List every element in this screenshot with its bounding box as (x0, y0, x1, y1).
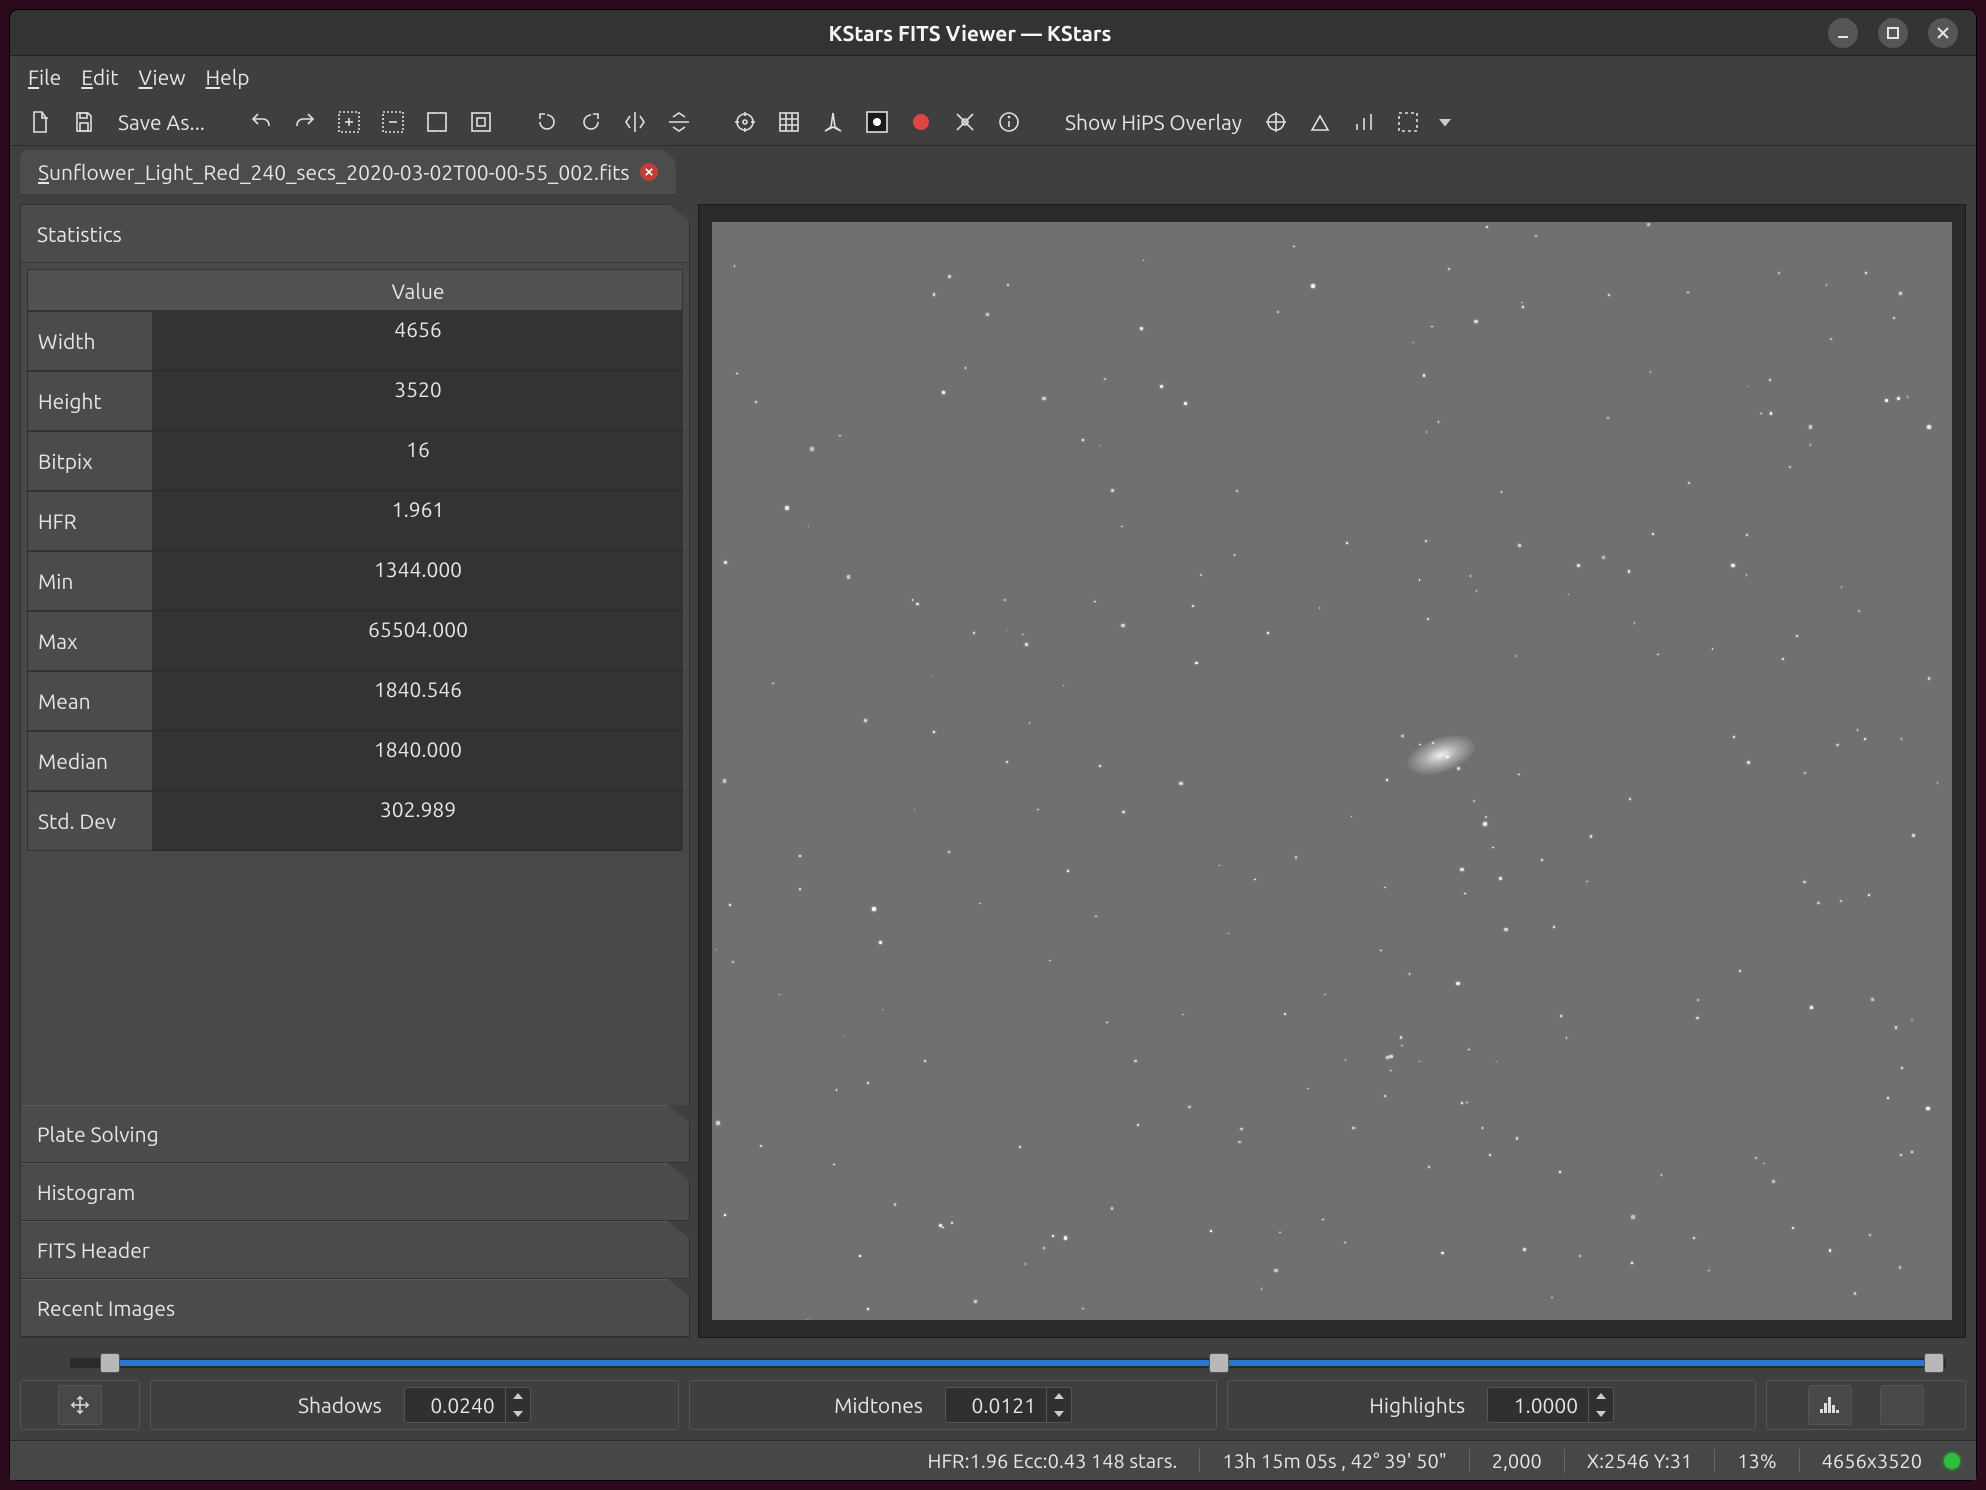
galaxy-icon (1403, 728, 1480, 782)
menu-help[interactable]: Help (206, 65, 250, 89)
table-header: Value (27, 269, 683, 311)
levels-icon-button[interactable] (1348, 106, 1380, 138)
table-row: Bitpix16 (27, 431, 683, 491)
table-row: Height3520 (27, 371, 683, 431)
accordion-label: FITS Header (37, 1238, 150, 1262)
spin-up-icon[interactable] (1047, 1387, 1071, 1405)
tab-close-button[interactable] (640, 163, 658, 181)
app-window: KStars FITS Viewer — KStars File Edit Vi… (10, 10, 1976, 1480)
save-as-button[interactable]: Save As... (112, 110, 211, 134)
status-hfr: HFR:1.96 Ecc:0.43 148 stars. (928, 1449, 1178, 1472)
col-value: Value (154, 270, 682, 310)
accordion-label: Recent Images (37, 1296, 175, 1320)
rotate-cw-button[interactable] (575, 106, 607, 138)
side-panel: Statistics Value Width4656 Height3520 Bi… (20, 204, 690, 1338)
record-button[interactable] (905, 106, 937, 138)
image-view[interactable] (698, 204, 1966, 1338)
spin-down-icon[interactable] (1047, 1405, 1071, 1423)
spin-up-icon[interactable] (1589, 1387, 1613, 1405)
highlights-label: Highlights (1369, 1393, 1465, 1417)
star-profile-button[interactable] (861, 106, 893, 138)
accordion-plate-solving[interactable]: Plate Solving (21, 1105, 689, 1163)
status-dims: 4656x3520 (1822, 1449, 1922, 1472)
accordion-label: Statistics (37, 222, 122, 246)
selection-icon-button[interactable] (1392, 106, 1424, 138)
menu-view[interactable]: View (139, 65, 186, 89)
window-title: KStars FITS Viewer — KStars (130, 21, 1810, 45)
close-button[interactable] (1928, 18, 1958, 48)
rotate-ccw-button[interactable] (531, 106, 563, 138)
spin-down-icon[interactable] (1589, 1405, 1613, 1423)
flip-vertical-button[interactable] (663, 106, 695, 138)
spin-down-icon[interactable] (506, 1405, 530, 1423)
target-icon-button[interactable] (1260, 106, 1292, 138)
flip-horizontal-button[interactable] (619, 106, 651, 138)
titlebar: KStars FITS Viewer — KStars (10, 10, 1976, 56)
toolbar-dropdown-button[interactable] (1436, 106, 1454, 138)
accordion-statistics[interactable]: Statistics (21, 205, 689, 263)
midtones-thumb[interactable] (1209, 1353, 1229, 1373)
move-tool-button[interactable] (58, 1385, 102, 1425)
highlights-spinbox[interactable]: 1.0000 (1487, 1387, 1614, 1423)
table-row: Std. Dev302.989 (27, 791, 683, 851)
open-file-button[interactable] (24, 106, 56, 138)
histogram-button[interactable] (1808, 1385, 1852, 1425)
table-row: Min1344.000 (27, 551, 683, 611)
pixel-grid-button[interactable] (773, 106, 805, 138)
tabbar: Sunflower_Light_Red_240_secs_2020-03-02T… (10, 146, 1976, 194)
scope-icon-button[interactable] (1304, 106, 1336, 138)
tab-active[interactable]: Sunflower_Light_Red_240_secs_2020-03-02T… (20, 150, 676, 194)
maximize-button[interactable] (1878, 18, 1908, 48)
statusbar: HFR:1.96 Ecc:0.43 148 stars. 13h 15m 05s… (10, 1440, 1976, 1480)
auto-stretch-toggle[interactable] (1880, 1385, 1924, 1425)
accordion-label: Histogram (37, 1180, 135, 1204)
status-xy: X:2546 Y:31 (1587, 1449, 1692, 1472)
zoom-fit-button[interactable] (421, 106, 453, 138)
table-row: Width4656 (27, 311, 683, 371)
accordion-histogram[interactable]: Histogram (21, 1163, 689, 1221)
stretch-controls: Shadows 0.0240 Midtones 0.0121 Highlight… (10, 1376, 1976, 1440)
accordion-label: Plate Solving (37, 1122, 159, 1146)
zoom-actual-button[interactable] (465, 106, 497, 138)
crosshair-button[interactable] (729, 106, 761, 138)
toolbar: Save As... Show HiPS Overlay (10, 98, 1976, 146)
accordion-recent-images[interactable]: Recent Images (21, 1279, 689, 1337)
table-row: Mean1840.546 (27, 671, 683, 731)
status-zoom: 13% (1737, 1449, 1776, 1472)
undo-button[interactable] (245, 106, 277, 138)
slider-fill (110, 1360, 1936, 1366)
tab-label: Sunflower_Light_Red_240_secs_2020-03-02T… (38, 160, 630, 184)
mark-stars-button[interactable] (817, 106, 849, 138)
shadows-label: Shadows (298, 1393, 382, 1417)
info-button[interactable] (993, 106, 1025, 138)
menu-file[interactable]: File (28, 65, 61, 89)
save-button[interactable] (68, 106, 100, 138)
table-row: Max65504.000 (27, 611, 683, 671)
midtones-label: Midtones (834, 1393, 923, 1417)
spin-up-icon[interactable] (506, 1387, 530, 1405)
zoom-in-button[interactable] (333, 106, 365, 138)
midtones-spinbox[interactable]: 0.0121 (945, 1387, 1072, 1423)
fits-image[interactable] (712, 222, 1953, 1320)
show-hips-overlay-button[interactable]: Show HiPS Overlay (1059, 110, 1248, 134)
shadows-spinbox[interactable]: 0.0240 (404, 1387, 531, 1423)
table-row: Median1840.000 (27, 731, 683, 791)
zoom-out-button[interactable] (377, 106, 409, 138)
highlights-thumb[interactable] (1924, 1353, 1944, 1373)
accordion-fits-header[interactable]: FITS Header (21, 1221, 689, 1279)
menu-edit[interactable]: Edit (81, 65, 118, 89)
stretch-slider[interactable] (10, 1348, 1976, 1376)
redo-button[interactable] (289, 106, 321, 138)
status-pix-value: 2,000 (1492, 1449, 1542, 1472)
shadows-thumb[interactable] (100, 1353, 120, 1373)
led-indicator-icon (1944, 1453, 1960, 1469)
minimize-button[interactable] (1828, 18, 1858, 48)
debayer-button[interactable] (949, 106, 981, 138)
menubar: File Edit View Help (10, 56, 1976, 98)
table-row: HFR1.961 (27, 491, 683, 551)
status-coords: 13h 15m 05s , 42° 39' 50" (1222, 1449, 1446, 1472)
statistics-table: Value Width4656 Height3520 Bitpix16 HFR1… (21, 263, 689, 851)
